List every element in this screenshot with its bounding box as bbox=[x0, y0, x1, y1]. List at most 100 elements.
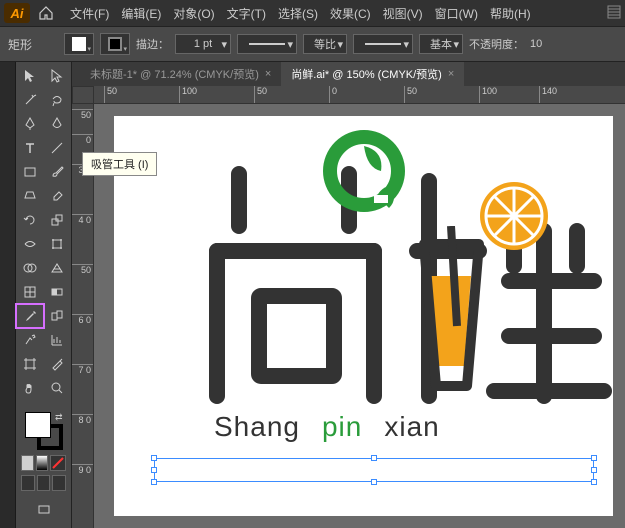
ruler-tick: 100 bbox=[479, 86, 497, 103]
menu-bar: Ai 文件(F) 编辑(E) 对象(O) 文字(T) 选择(S) 效果(C) 视… bbox=[0, 0, 625, 26]
fill-swatch[interactable]: ▾ bbox=[64, 33, 94, 55]
handle-w[interactable] bbox=[151, 467, 157, 473]
scale-tool[interactable] bbox=[44, 208, 72, 232]
ruler-tick: 4 0 bbox=[72, 214, 93, 225]
app-badge: Ai bbox=[4, 3, 30, 23]
ruler-tick: 50 bbox=[72, 109, 93, 120]
pen-tool[interactable] bbox=[16, 112, 44, 136]
menu-view[interactable]: 视图(V) bbox=[377, 1, 429, 26]
menu-file[interactable]: 文件(F) bbox=[64, 1, 115, 26]
gradient-mode[interactable] bbox=[36, 455, 49, 471]
artboard-tool[interactable] bbox=[16, 352, 44, 376]
draw-behind[interactable] bbox=[37, 475, 51, 491]
tool-rail bbox=[0, 62, 16, 528]
style-select[interactable]: 基本▾ bbox=[419, 34, 463, 54]
slice-tool[interactable] bbox=[44, 352, 72, 376]
close-icon[interactable]: × bbox=[448, 68, 454, 80]
artboard: Shang pin xian bbox=[114, 116, 613, 516]
perspective-tool[interactable] bbox=[44, 256, 72, 280]
fill-color[interactable] bbox=[25, 412, 51, 438]
style-value: 基本 bbox=[430, 36, 452, 52]
zoom-tool[interactable] bbox=[44, 376, 72, 400]
tab-shangxian[interactable]: 尚鲜.ai* @ 150% (CMYK/预览) × bbox=[281, 62, 464, 86]
ruler-tick: 50 bbox=[404, 86, 417, 103]
paintbrush-tool[interactable] bbox=[44, 160, 72, 184]
handle-e[interactable] bbox=[591, 467, 597, 473]
shaper-tool[interactable] bbox=[16, 184, 44, 208]
canvas[interactable]: Shang pin xian bbox=[94, 104, 625, 528]
handle-n[interactable] bbox=[371, 455, 377, 461]
opacity-label: 不透明度： bbox=[469, 36, 524, 52]
home-icon[interactable] bbox=[36, 3, 56, 23]
stroke-swatch[interactable]: ▾ bbox=[100, 33, 130, 55]
gradient-tool[interactable] bbox=[44, 280, 72, 304]
free-transform-tool[interactable] bbox=[44, 232, 72, 256]
dash-swatch[interactable]: ▾ bbox=[237, 34, 297, 54]
eraser-tool[interactable] bbox=[44, 184, 72, 208]
handle-sw[interactable] bbox=[151, 479, 157, 485]
menu-edit[interactable]: 编辑(E) bbox=[115, 1, 167, 26]
ruler-tick: 50 bbox=[254, 86, 267, 103]
magic-wand-tool[interactable] bbox=[16, 88, 44, 112]
shape-builder-tool[interactable] bbox=[16, 256, 44, 280]
tab-bar: 未标题-1* @ 71.24% (CMYK/预览) × 尚鲜.ai* @ 150… bbox=[72, 62, 625, 86]
handle-ne[interactable] bbox=[591, 455, 597, 461]
eyedropper-tool[interactable] bbox=[16, 304, 44, 328]
color-mode[interactable] bbox=[21, 455, 34, 471]
ruler-tick: 7 0 bbox=[72, 364, 93, 375]
toolbox: ⇄ bbox=[16, 62, 72, 528]
handle-s[interactable] bbox=[371, 479, 377, 485]
line-tool[interactable] bbox=[44, 136, 72, 160]
ruler-tick: 50 bbox=[104, 86, 117, 103]
symbol-sprayer-tool[interactable] bbox=[16, 328, 44, 352]
draw-inside[interactable] bbox=[52, 475, 66, 491]
tab-label: 尚鲜.ai* @ 150% (CMYK/预览) bbox=[291, 66, 442, 82]
art-leaf-icon bbox=[319, 126, 409, 216]
selection-box[interactable] bbox=[154, 458, 594, 482]
rectangle-tool[interactable] bbox=[16, 160, 44, 184]
draw-normal[interactable] bbox=[21, 475, 35, 491]
menu-window[interactable]: 窗口(W) bbox=[429, 1, 484, 26]
ruler-origin[interactable] bbox=[72, 86, 94, 104]
tab-untitled[interactable]: 未标题-1* @ 71.24% (CMYK/预览) × bbox=[80, 62, 281, 86]
type-tool[interactable] bbox=[16, 136, 44, 160]
ruler-tick: 140 bbox=[539, 86, 557, 103]
profile-value: 等比 bbox=[314, 36, 336, 52]
tooltip: 吸管工具 (I) bbox=[82, 152, 157, 176]
hand-tool[interactable] bbox=[16, 376, 44, 400]
search-icon[interactable] bbox=[607, 5, 621, 22]
ruler-tick: 6 0 bbox=[72, 314, 93, 325]
menu-object[interactable]: 对象(O) bbox=[167, 1, 220, 26]
close-icon[interactable]: × bbox=[265, 68, 271, 80]
menu-effect[interactable]: 效果(C) bbox=[324, 1, 377, 26]
blend-tool[interactable] bbox=[44, 304, 72, 328]
swap-icon[interactable]: ⇄ bbox=[55, 412, 63, 423]
direct-selection-tool[interactable] bbox=[44, 64, 72, 88]
mesh-tool[interactable] bbox=[16, 280, 44, 304]
brush-swatch[interactable]: ▾ bbox=[353, 34, 413, 54]
tooltip-text: 吸管工具 (I) bbox=[91, 159, 148, 171]
main-area: ⇄ 未标题-1* @ 71.24% (CMYK/预览) × bbox=[0, 62, 625, 528]
screen-mode[interactable] bbox=[30, 498, 58, 522]
menu-help[interactable]: 帮助(H) bbox=[484, 1, 537, 26]
menu-text[interactable]: 文字(T) bbox=[221, 1, 272, 26]
ruler-tick: 100 bbox=[179, 86, 197, 103]
rotate-tool[interactable] bbox=[16, 208, 44, 232]
handle-se[interactable] bbox=[591, 479, 597, 485]
handle-nw[interactable] bbox=[151, 455, 157, 461]
ruler-tick: 50 bbox=[72, 264, 93, 275]
menu-select[interactable]: 选择(S) bbox=[272, 1, 324, 26]
ruler-tick: 8 0 bbox=[72, 414, 93, 425]
caption-pin: pin bbox=[322, 411, 362, 442]
fill-stroke-control[interactable]: ⇄ bbox=[25, 412, 63, 450]
lasso-tool[interactable] bbox=[44, 88, 72, 112]
graph-tool[interactable] bbox=[44, 328, 72, 352]
selection-tool[interactable] bbox=[16, 64, 44, 88]
profile-select[interactable]: 等比▾ bbox=[303, 34, 347, 54]
stroke-weight-input[interactable]: 1 pt▾ bbox=[175, 34, 231, 54]
ruler-horizontal[interactable]: 50 100 50 0 50 100 140 bbox=[94, 86, 625, 104]
none-mode[interactable] bbox=[50, 455, 66, 471]
document-area: 未标题-1* @ 71.24% (CMYK/预览) × 尚鲜.ai* @ 150… bbox=[72, 62, 625, 528]
curvature-tool[interactable] bbox=[44, 112, 72, 136]
width-tool[interactable] bbox=[16, 232, 44, 256]
